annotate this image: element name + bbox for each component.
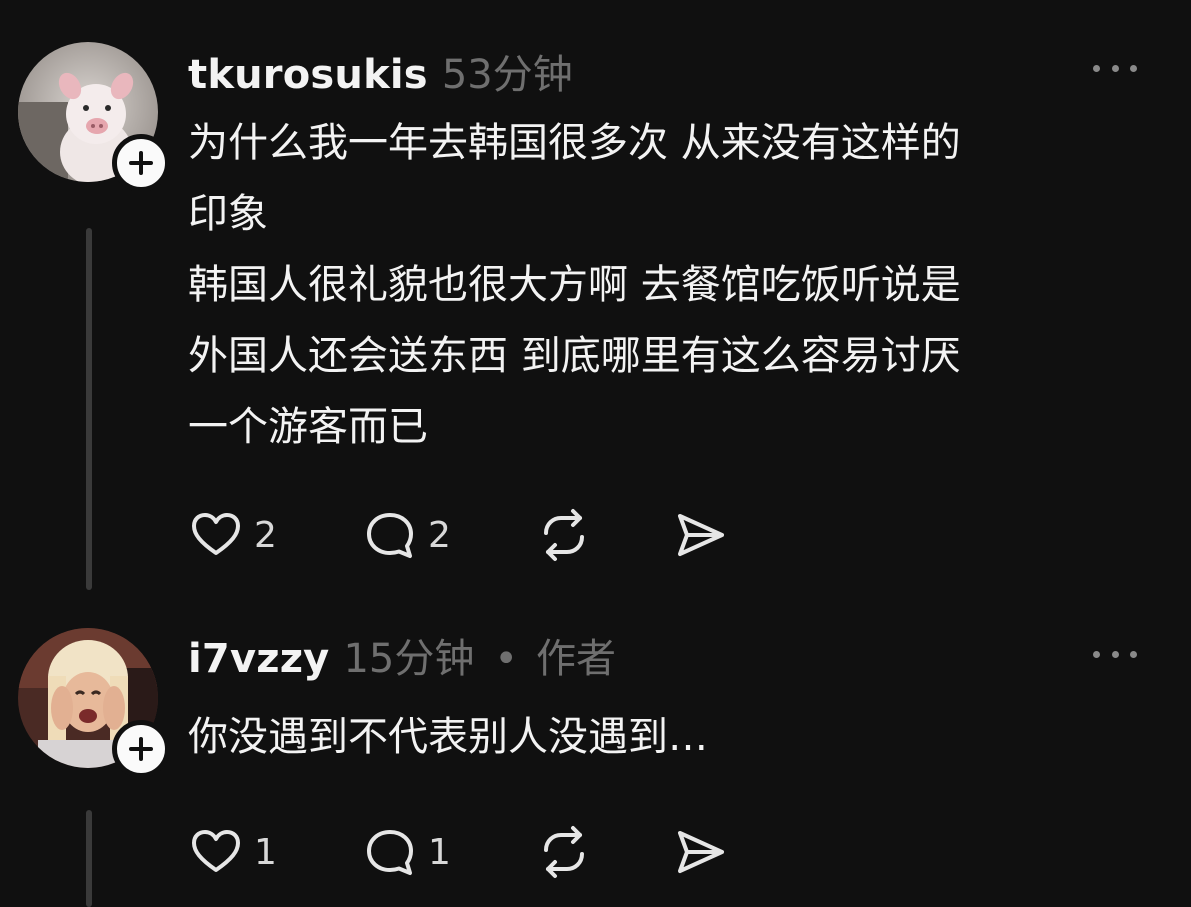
post-header: tkurosukis 53分钟 [188, 42, 573, 100]
follow-button[interactable] [112, 134, 170, 192]
post-header: i7vzzy 15分钟 • 作者 [188, 626, 616, 684]
thread-line [86, 810, 92, 907]
reply-button[interactable]: 1 [362, 824, 536, 880]
action-bar: 2 2 [188, 507, 728, 563]
reply-count: 2 [428, 514, 451, 556]
dot-icon [1130, 650, 1137, 658]
heart-icon [192, 830, 240, 872]
more-options-button[interactable] [1093, 644, 1137, 664]
follow-button[interactable] [112, 720, 170, 778]
dot-icon [1093, 650, 1100, 658]
reply-button[interactable]: 2 [362, 507, 536, 563]
avatar-container [18, 42, 170, 192]
action-bar: 1 1 [188, 824, 728, 880]
avatar-container [18, 628, 170, 778]
dot-icon [1111, 650, 1119, 658]
repost-icon [544, 826, 584, 878]
repost-button[interactable] [536, 824, 672, 880]
separator: • [494, 636, 518, 682]
send-icon [678, 831, 724, 873]
post-text: 为什么我一年去韩国很多次 从来没有这样的 印象 韩国人很礼貌也很大方啊 去餐馆吃… [188, 120, 961, 450]
send-icon [678, 514, 724, 556]
post-text: 你没遇到不代表别人没遇到… [188, 714, 708, 760]
thread-line [86, 228, 92, 590]
comment-icon [367, 513, 413, 558]
repost-icon [544, 509, 584, 561]
dot-icon [1093, 64, 1100, 72]
comment-icon [367, 830, 413, 875]
dot-icon [1130, 64, 1137, 72]
like-button[interactable]: 1 [188, 824, 362, 880]
more-options-button[interactable] [1093, 58, 1137, 78]
plus-icon [129, 737, 153, 761]
like-button[interactable]: 2 [188, 507, 362, 563]
timestamp[interactable]: 15分钟 [343, 626, 474, 684]
author-tag: 作者 [535, 636, 616, 682]
timestamp[interactable]: 53分钟 [442, 42, 573, 100]
reply-count: 1 [428, 831, 451, 873]
share-button[interactable] [672, 824, 728, 880]
heart-icon [192, 513, 240, 555]
thread-post: i7vzzy 15分钟 • 作者 你没遇到不代表别人没遇到… 1 1 [0, 600, 1191, 907]
share-button[interactable] [672, 507, 728, 563]
plus-icon [129, 151, 153, 175]
username-link[interactable]: i7vzzy [188, 636, 329, 682]
repost-button[interactable] [536, 507, 672, 563]
dot-icon [1111, 64, 1119, 72]
username-link[interactable]: tkurosukis [188, 52, 428, 98]
like-count: 1 [254, 831, 277, 873]
like-count: 2 [254, 514, 277, 556]
thread-post: tkurosukis 53分钟 为什么我一年去韩国很多次 从来没有这样的 印象 … [0, 0, 1191, 600]
